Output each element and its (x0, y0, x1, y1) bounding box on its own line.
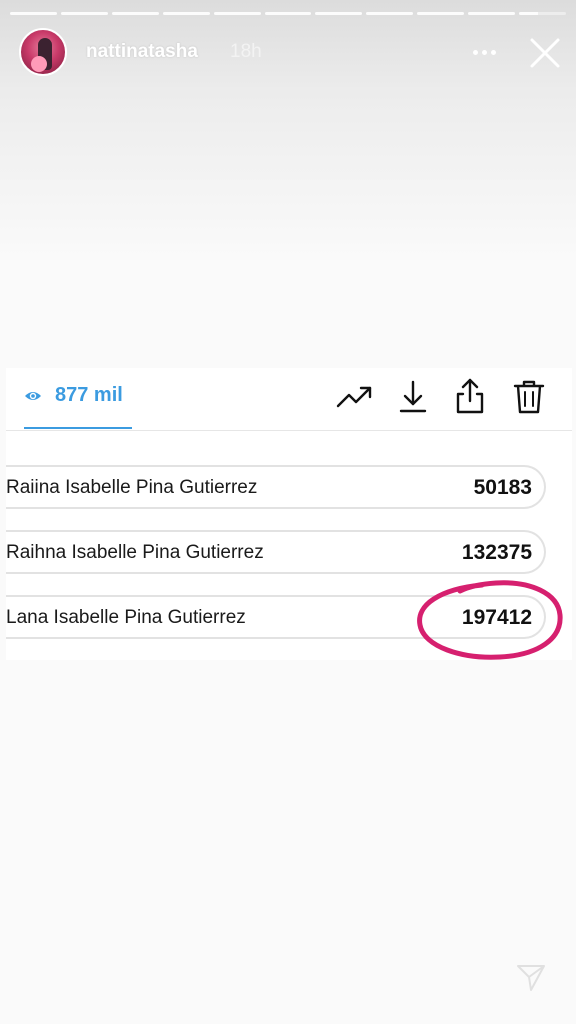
list-item-name: Lana Isabelle Pina Gutierrez (6, 607, 246, 628)
list-item: Raiina Isabelle Pina Gutierrez 50183 (6, 465, 546, 509)
progress-segment (468, 12, 516, 15)
progress-segment (315, 12, 363, 15)
list-item: Raihna Isabelle Pina Gutierrez 132375 (6, 530, 546, 574)
list-item-value: 50183 (473, 476, 532, 499)
username[interactable]: nattinatasha (86, 41, 198, 63)
close-icon[interactable] (528, 36, 562, 70)
screenshot-toolbar: 877 mil (6, 368, 572, 431)
progress-segment (10, 12, 57, 15)
send-icon[interactable] (514, 960, 548, 994)
trending-up-icon[interactable] (334, 376, 374, 416)
progress-segment (60, 12, 108, 15)
active-tab-indicator (24, 427, 132, 429)
list-item-value: 132375 (461, 541, 532, 564)
progress-segment (213, 12, 261, 15)
trash-icon[interactable] (509, 376, 549, 416)
shared-screenshot: 877 mil Raiina Isabelle Pina Gutierrez 5… (6, 368, 572, 660)
eye-icon (25, 392, 41, 400)
progress-segment (264, 12, 312, 15)
view-count[interactable]: 877 mil (55, 384, 123, 407)
progress-segment-current (519, 12, 566, 15)
more-dots-icon[interactable] (468, 38, 500, 66)
post-time: 18h (230, 41, 262, 62)
list-item: Lana Isabelle Pina Gutierrez 197412 (6, 595, 546, 639)
story-progress-bar (10, 12, 566, 15)
progress-segment (111, 12, 159, 15)
avatar[interactable] (19, 28, 67, 76)
share-icon[interactable] (450, 376, 490, 416)
list-item-name: Raiina Isabelle Pina Gutierrez (6, 477, 258, 498)
progress-segment (162, 12, 210, 15)
progress-segment (366, 12, 414, 15)
download-icon[interactable] (393, 376, 433, 416)
progress-segment (417, 12, 465, 15)
list-item-value: 197412 (461, 606, 532, 629)
avatar-ball (31, 56, 47, 72)
list-item-name: Raihna Isabelle Pina Gutierrez (6, 542, 264, 563)
